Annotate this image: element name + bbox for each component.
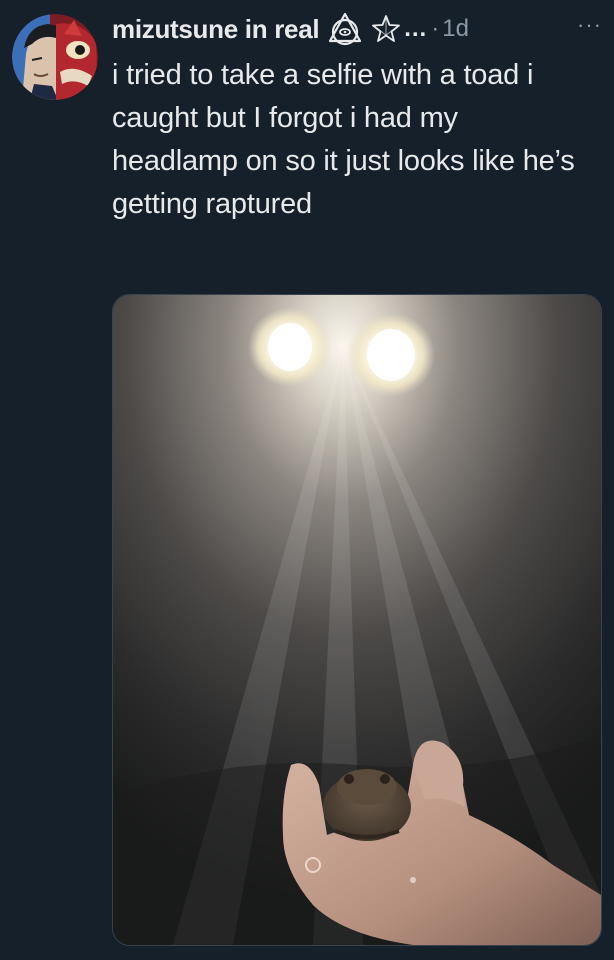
separator-dot: ·: [431, 15, 440, 42]
name-truncation: …: [403, 15, 428, 42]
more-options-button[interactable]: ···: [562, 14, 602, 44]
alchemy-triangle-eye-icon: [327, 12, 363, 46]
avatar[interactable]: [12, 14, 98, 100]
star-outline-icon: [371, 14, 401, 44]
tweet-timestamp[interactable]: 1d: [442, 15, 469, 43]
avatar-image: [12, 14, 98, 100]
tweet: mizutsune in real … · 1d ··· i tried to …: [0, 0, 614, 960]
tweet-photo[interactable]: [112, 294, 602, 946]
author-display-name[interactable]: mizutsune in real: [112, 14, 320, 45]
toad-in-hand-photo: [113, 295, 601, 945]
tweet-header: mizutsune in real … · 1d ···: [112, 10, 602, 48]
tweet-text: i tried to take a selfie with a toad i c…: [112, 59, 575, 220]
